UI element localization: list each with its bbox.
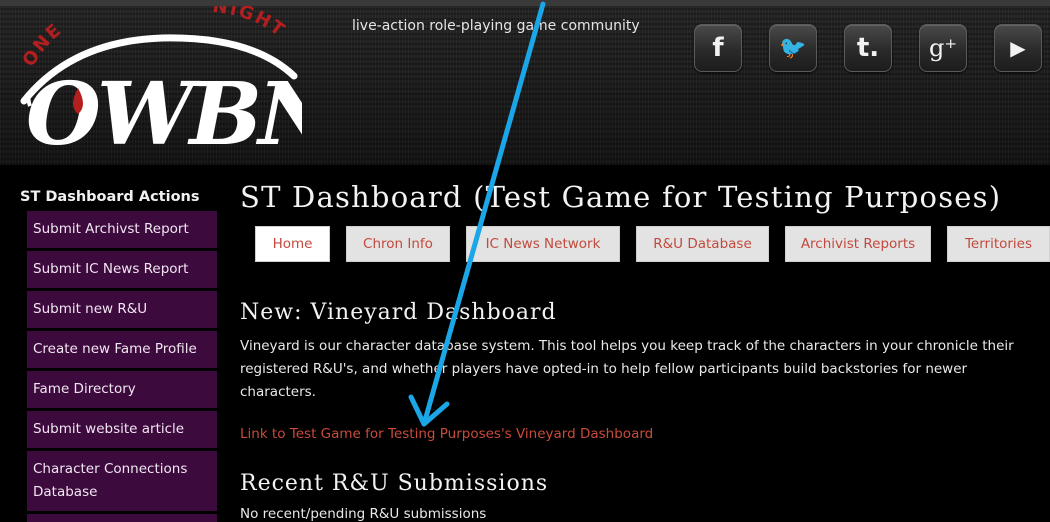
sidebar-item-character-connections-database[interactable]: Character Connections Database <box>27 451 217 511</box>
vineyard-dashboard-link[interactable]: Link to Test Game for Testing Purposes's… <box>240 426 653 442</box>
tab-territories[interactable]: Territories <box>947 226 1050 262</box>
page-title: ST Dashboard (Test Game for Testing Purp… <box>240 180 1002 214</box>
svg-text:ONE: ONE <box>18 19 66 71</box>
logo-arc-right: NIGHT <box>211 6 287 42</box>
twitter-icon[interactable]: 🐦 <box>769 24 817 72</box>
google-plus-icon[interactable]: g⁺ <box>919 24 967 72</box>
recent-ru-heading: Recent R&U Submissions <box>240 471 549 496</box>
logo-wordmark: OWBN <box>26 64 302 156</box>
sidebar-item-submit-archivist-report[interactable]: Submit Archivst Report <box>27 211 217 248</box>
sidebar-item-create-fame-profile[interactable]: Create new Fame Profile <box>27 331 217 368</box>
site-header: ONE NIGHT OWBN live-action role-playing … <box>0 0 1050 165</box>
tab-ru-database[interactable]: R&U Database <box>636 226 769 262</box>
vineyard-heading: New: Vineyard Dashboard <box>240 300 557 325</box>
vineyard-description: Vineyard is our character database syste… <box>240 338 1014 400</box>
tab-chron-info[interactable]: Chron Info <box>346 226 450 262</box>
sidebar-item-fame-directory[interactable]: Fame Directory <box>27 371 217 408</box>
sidebar-title: ST Dashboard Actions <box>20 189 200 205</box>
logo-arc-left: ONE <box>18 19 64 71</box>
tab-archivist-reports[interactable]: Archivist Reports <box>785 226 931 262</box>
site-tagline: live-action role-playing game community <box>352 18 640 34</box>
owbn-logo[interactable]: ONE NIGHT OWBN <box>12 6 302 156</box>
youtube-icon[interactable]: ▶ <box>994 24 1042 72</box>
facebook-icon[interactable]: f <box>694 24 742 72</box>
sidebar-item-submit-ic-news-report[interactable]: Submit IC News Report <box>27 251 217 288</box>
tab-home[interactable]: Home <box>255 226 330 262</box>
sidebar-item-submit-new-ru[interactable]: Submit new R&U <box>27 291 217 328</box>
tumblr-icon[interactable]: t. <box>844 24 892 72</box>
recent-ru-empty-message: No recent/pending R&U submissions <box>240 506 487 522</box>
sidebar-item-partial[interactable] <box>27 514 217 522</box>
tab-ic-news-network[interactable]: IC News Network <box>466 226 620 262</box>
sidebar-item-submit-website-article[interactable]: Submit website article <box>27 411 217 448</box>
svg-text:NIGHT: NIGHT <box>211 6 289 42</box>
